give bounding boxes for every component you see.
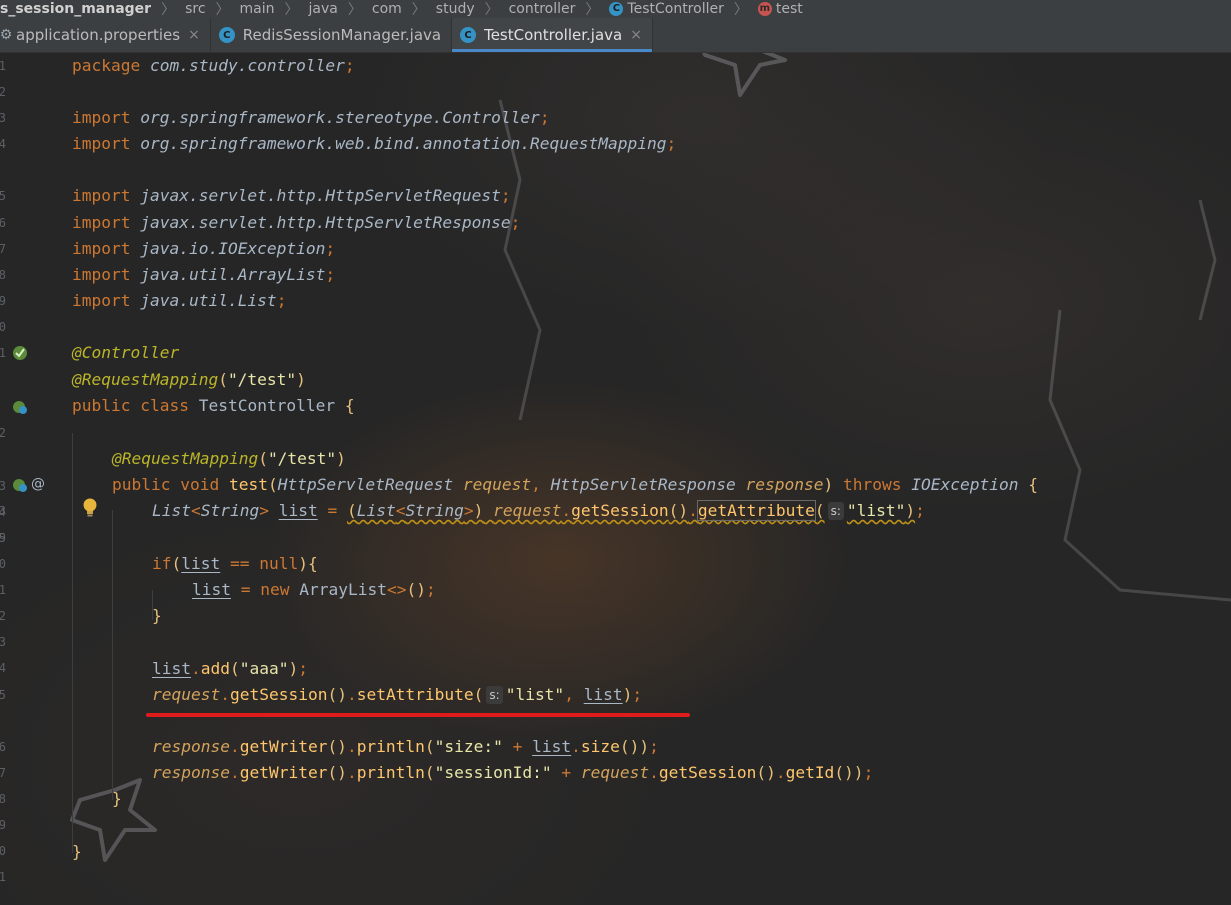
code-line: list = new ArrayList<>();: [192, 580, 436, 599]
line-number: 3: [0, 111, 6, 125]
line-number: 2: [0, 609, 6, 623]
code-line: response.getWriter().println("size:" + l…: [152, 737, 659, 756]
breadcrumb-separator: 〉: [484, 2, 499, 18]
code-line: import org.springframework.stereotype.Co…: [72, 108, 550, 127]
line-number: 6: [0, 740, 6, 754]
breadcrumb-separator: 〉: [161, 2, 176, 18]
code-line: }: [152, 606, 162, 625]
code-line: public void test(HttpServletRequest requ…: [112, 475, 1038, 494]
code-editor[interactable]: package com.study.controller; import org…: [72, 53, 1231, 905]
tab-redis-session-manager[interactable]: C RedisSessionManager.java: [211, 18, 453, 52]
breadcrumb-controller[interactable]: controller: [505, 1, 580, 17]
line-number: 3: [0, 504, 6, 518]
line-number: 8: [0, 792, 6, 806]
tab-application-properties[interactable]: ⚙ application.properties ×: [0, 18, 211, 52]
line-number: 1: [0, 583, 6, 597]
parameter-hint: s:: [827, 502, 844, 520]
class-icon: C: [218, 27, 235, 43]
breadcrumb-separator: 〉: [347, 2, 362, 18]
breadcrumb-java[interactable]: java: [305, 1, 342, 17]
breadcrumb-src[interactable]: src: [181, 1, 209, 17]
code-line: if(list == null){: [152, 554, 318, 573]
editor-gutter: 1 2 3 4 5 6 7 8 9 0 1 2 3 4 5 3 9 0 1 2 …: [0, 53, 62, 905]
line-number: 9: [0, 294, 6, 308]
breadcrumb-class[interactable]: C TestController: [605, 1, 727, 17]
spring-mapping-icon[interactable]: [12, 477, 28, 493]
code-line: import java.util.List;: [72, 291, 287, 310]
code-line: package com.study.controller;: [72, 56, 355, 75]
code-line: import org.springframework.web.bind.anno…: [72, 134, 677, 153]
code-line: List<String> list = (List<String>) reque…: [152, 500, 925, 521]
breadcrumb-method-label: test: [775, 1, 803, 17]
breadcrumb-separator: 〉: [585, 2, 600, 18]
line-number: 0: [0, 557, 6, 571]
red-underline-annotation: [146, 713, 690, 717]
line-number: 3: [0, 479, 6, 493]
breadcrumb-separator: 〉: [284, 2, 299, 18]
tab-label: RedisSessionManager.java: [242, 26, 442, 44]
close-icon[interactable]: ×: [188, 27, 200, 43]
tab-label: TestController.java: [484, 26, 623, 44]
indent-guide: [72, 433, 73, 853]
line-number: 6: [0, 216, 6, 230]
code-line: @RequestMapping("/test"): [72, 370, 306, 389]
breadcrumb-project[interactable]: s_session_manager: [0, 1, 155, 17]
line-number: 1: [0, 346, 6, 360]
line-number: 0: [0, 844, 6, 858]
breadcrumb-class-label: TestController: [627, 1, 724, 17]
line-number: 1: [0, 870, 6, 884]
line-number: 7: [0, 242, 6, 256]
code-line: public class TestController {: [72, 396, 355, 415]
line-number: 9: [0, 531, 6, 545]
line-number: 5: [0, 189, 6, 203]
line-number: 9: [0, 818, 6, 832]
line-number: 2: [0, 85, 6, 99]
breadcrumb-separator: 〉: [733, 2, 748, 18]
breadcrumb-study[interactable]: study: [432, 1, 479, 17]
line-number: 4: [0, 661, 6, 675]
class-icon: C: [609, 2, 624, 16]
close-icon[interactable]: ×: [630, 27, 642, 43]
code-line: request.getSession().setAttribute(s: "lis…: [152, 685, 643, 704]
editor-tabs: ⚙ application.properties × C RedisSessio…: [0, 18, 1231, 53]
line-number: 1: [0, 59, 6, 73]
breadcrumb: s_session_manager 〉 src 〉 main 〉 java 〉 …: [0, 0, 1231, 18]
line-number: 0: [0, 320, 6, 334]
code-line: response.getWriter().println("sessionId:…: [152, 763, 874, 782]
line-number: 3: [0, 635, 6, 649]
breadcrumb-method[interactable]: m test: [754, 1, 807, 17]
line-number: 2: [0, 426, 6, 440]
breadcrumb-separator: 〉: [215, 2, 230, 18]
method-icon: m: [757, 2, 772, 16]
code-line: list.add("aaa");: [152, 659, 308, 678]
spring-bean-icon[interactable]: [12, 345, 28, 361]
breadcrumb-main[interactable]: main: [236, 1, 279, 17]
breadcrumb-com[interactable]: com: [368, 1, 406, 17]
line-number: 5: [0, 688, 6, 702]
parameter-hint: s:: [486, 686, 503, 704]
override-at-icon[interactable]: @: [31, 476, 47, 492]
tab-label: application.properties: [16, 26, 181, 44]
spring-bean-icon[interactable]: [12, 399, 28, 415]
code-line: }: [112, 789, 122, 808]
line-number: 8: [0, 268, 6, 282]
gear-icon: ⚙: [0, 27, 13, 43]
code-line: import java.util.ArrayList;: [72, 265, 336, 284]
code-line: import javax.servlet.http.HttpServletReq…: [72, 186, 511, 205]
line-number: 4: [0, 137, 6, 151]
line-number: 7: [0, 766, 6, 780]
code-line: import javax.servlet.http.HttpServletRes…: [72, 213, 521, 232]
code-line: @Controller: [72, 343, 180, 362]
code-line: import java.io.IOException;: [72, 239, 336, 258]
code-line: @RequestMapping("/test"): [112, 449, 346, 468]
tab-test-controller[interactable]: C TestController.java ×: [452, 18, 653, 52]
indent-guide: [112, 510, 113, 800]
code-line: }: [72, 842, 82, 861]
class-icon: C: [460, 27, 477, 43]
breadcrumb-separator: 〉: [411, 2, 426, 18]
